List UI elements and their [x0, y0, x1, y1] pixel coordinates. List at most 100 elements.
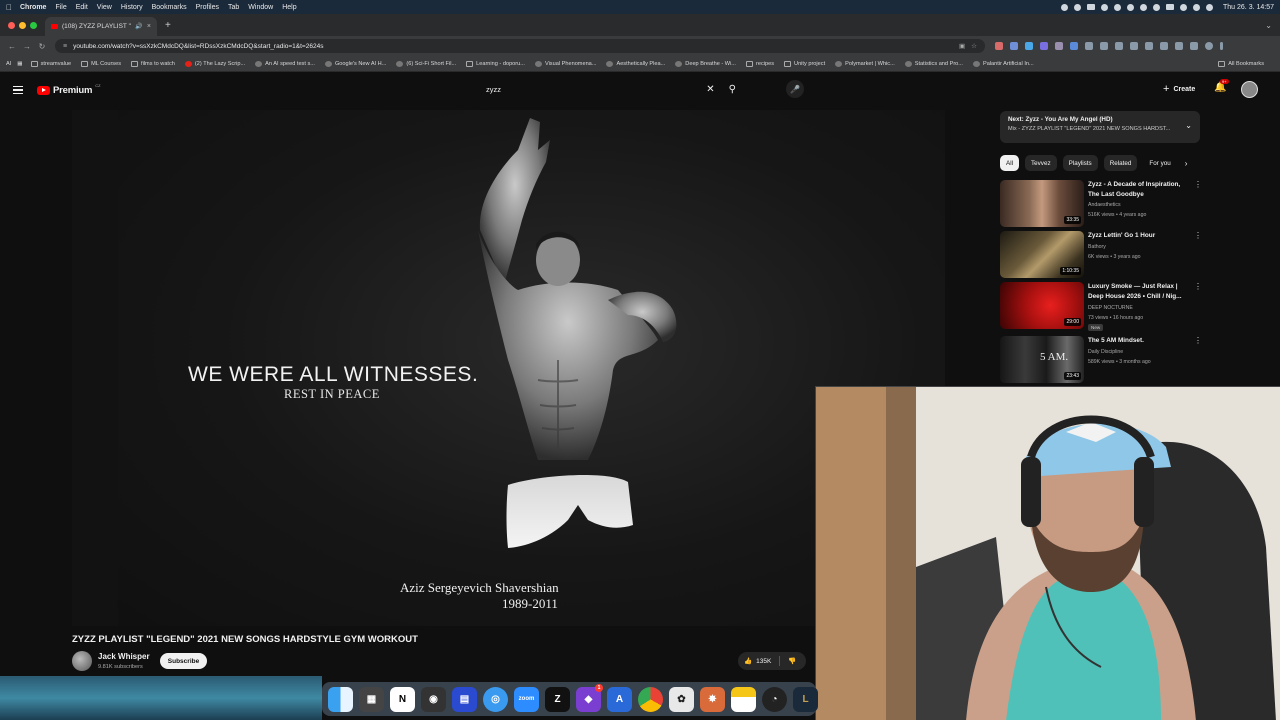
chip-for-you[interactable]: For you — [1143, 155, 1176, 171]
battery-icon[interactable] — [1166, 4, 1175, 10]
recommended-video[interactable]: 5 AM. 23:43 The 5 AM Mindset. Daily Disc… — [1000, 336, 1202, 383]
search-box[interactable]: zyzz ✕ ⚲ — [480, 78, 750, 100]
video-thumbnail[interactable]: 1:10:35 — [1000, 231, 1084, 278]
menu-edit[interactable]: Edit — [76, 4, 88, 11]
bookmark-item[interactable]: Deep Breathe - Wi... — [675, 60, 736, 67]
chip-playlists[interactable]: Playlists — [1062, 155, 1098, 171]
video-thumbnail[interactable]: 33:35 — [1000, 180, 1084, 227]
launchpad-icon[interactable]: ▦ — [359, 686, 384, 712]
back-button[interactable]: ← — [6, 42, 18, 51]
video-title[interactable]: Zyzz - A Decade of Inspiration, The Last… — [1088, 180, 1190, 199]
channel-name[interactable]: Jack Whisper — [98, 652, 150, 661]
expand-chevron-icon[interactable]: ⌄ — [1185, 121, 1192, 130]
chrome-icon[interactable] — [638, 686, 663, 712]
extension-icon[interactable] — [1070, 42, 1078, 50]
notes-icon[interactable] — [731, 686, 756, 712]
status-icon[interactable] — [1140, 3, 1148, 11]
status-icon[interactable] — [1114, 3, 1122, 11]
new-tab-button[interactable]: + — [165, 20, 171, 31]
status-icon[interactable] — [1074, 3, 1082, 11]
site-info-icon[interactable]: ≡ — [63, 43, 67, 50]
bookmark-item[interactable]: Palantir Artificial In... — [972, 60, 1034, 67]
bookmark-item[interactable]: Google's New AI H... — [324, 60, 386, 67]
apps-icon[interactable]: AI — [6, 61, 11, 67]
bookmark-item[interactable]: Aesthetically Plea... — [606, 60, 665, 67]
channel-name[interactable]: DEEP NOCTURNE — [1088, 305, 1133, 311]
dislike-thumb-icon[interactable]: 👎 — [788, 657, 796, 665]
address-bar[interactable]: ≡ youtube.com/watch?v=ssXzkCMdcDQ&list=R… — [55, 39, 985, 53]
notion-icon[interactable]: N — [390, 686, 415, 712]
video-title[interactable]: Luxury Smoke — Just Relax | Deep House 2… — [1088, 282, 1190, 301]
bookmark-item[interactable]: (6) Sci-Fi Short Fil... — [396, 60, 456, 67]
bookmark-star-icon[interactable]: ☆ — [971, 42, 977, 50]
menu-app-name[interactable]: Chrome — [20, 4, 46, 11]
extension-icon[interactable] — [1055, 42, 1063, 50]
bookmark-item[interactable]: An AI speed test s... — [255, 60, 315, 67]
more-options-icon[interactable]: ⋮ — [1194, 336, 1202, 345]
menu-view[interactable]: View — [97, 4, 112, 11]
menu-window[interactable]: Window — [248, 4, 273, 11]
reload-button[interactable]: ↻ — [36, 42, 48, 51]
menu-hamburger-icon[interactable] — [13, 86, 23, 94]
profile-icon[interactable] — [1205, 42, 1213, 50]
claude-icon[interactable]: ✸ — [700, 686, 725, 712]
chip-all[interactable]: All — [1000, 155, 1019, 171]
menu-kebab-icon[interactable] — [1220, 42, 1223, 50]
wifi-icon[interactable] — [1180, 3, 1188, 11]
extension-icon[interactable] — [1160, 42, 1168, 50]
extension-icon[interactable] — [1085, 42, 1093, 50]
recommended-video[interactable]: 29:00 Luxury Smoke — Just Relax | Deep H… — [1000, 282, 1202, 331]
grid-icon[interactable]: ▦ — [17, 61, 22, 67]
browser-tab[interactable]: (108) ZYZZ PLAYLIST "L 🔊 × — [45, 17, 157, 36]
notifications-bell-icon[interactable]: 🔔 9+ — [1214, 79, 1229, 93]
subscribe-button[interactable]: Subscribe — [160, 653, 207, 669]
extension-icon[interactable] — [1100, 42, 1108, 50]
extension-icon[interactable] — [1040, 42, 1048, 50]
youtube-premium-logo[interactable]: Premium CZ — [37, 83, 101, 96]
recommended-video[interactable]: 1:10:35 Zyzz Lettin' Go 1 Hour Bathory 6… — [1000, 231, 1202, 278]
apple-icon[interactable]:  — [6, 3, 12, 12]
bookmark-item[interactable]: recipes — [745, 60, 774, 67]
account-avatar[interactable] — [1241, 81, 1258, 98]
tab-search-chevron-icon[interactable]: ⌄ — [1265, 21, 1272, 30]
files-icon[interactable]: ▤ — [452, 686, 477, 712]
bookmark-item[interactable]: ML Courses — [81, 60, 121, 67]
create-button[interactable]: + Create — [1163, 83, 1195, 95]
audio-icon[interactable]: 🔊 — [135, 23, 142, 30]
like-count[interactable]: 135K — [756, 658, 771, 665]
video-title[interactable]: The 5 AM Mindset. — [1088, 336, 1190, 346]
wireless-icon[interactable]: ◉ — [421, 686, 446, 712]
extension-icon[interactable] — [1115, 42, 1123, 50]
bookmark-item[interactable]: Visual Phenomena... — [534, 60, 596, 67]
video-thumbnail[interactable]: 29:00 — [1000, 282, 1084, 329]
more-options-icon[interactable]: ⋮ — [1194, 180, 1202, 189]
chip-related[interactable]: Related — [1103, 155, 1138, 171]
cast-icon[interactable]: ▣ — [959, 42, 965, 50]
extension-icon[interactable] — [1190, 42, 1198, 50]
clock[interactable]: Thu 26. 3. 14:57 — [1223, 4, 1274, 11]
voice-search-mic-icon[interactable]: 🎤 — [786, 80, 804, 98]
close-window-button[interactable] — [8, 21, 15, 29]
channel-name[interactable]: Andaesthetics — [1088, 202, 1121, 208]
recommended-video[interactable]: 33:35 Zyzz - A Decade of Inspiration, Th… — [1000, 180, 1202, 227]
video-thumbnail[interactable]: 5 AM. 23:43 — [1000, 336, 1084, 383]
menu-tab[interactable]: Tab — [228, 4, 239, 11]
channel-name[interactable]: Bathory — [1088, 244, 1106, 250]
up-next-card[interactable]: Next: Zyzz - You Are My Angel (HD) Mix -… — [1000, 111, 1200, 143]
menu-bookmarks[interactable]: Bookmarks — [152, 4, 187, 11]
chip-tevvez[interactable]: Tevvez — [1025, 155, 1057, 171]
more-options-icon[interactable]: ⋮ — [1194, 282, 1202, 291]
bookmark-item[interactable]: Unity project — [784, 60, 825, 67]
search-input[interactable]: zyzz — [480, 85, 706, 94]
extension-icon[interactable] — [1130, 42, 1138, 50]
url-text[interactable]: youtube.com/watch?v=ssXzkCMdcDQ&list=RDs… — [73, 43, 959, 50]
bookmark-item[interactable]: streamvalue — [30, 60, 71, 67]
bookmark-item[interactable]: films to watch — [131, 60, 175, 67]
bookmark-item[interactable]: (2) The Lazy Scrip... — [184, 60, 245, 67]
activity-monitor-icon[interactable]: ◔ — [762, 686, 787, 712]
extension-icon[interactable] — [1145, 42, 1153, 50]
extension-icon[interactable] — [995, 42, 1003, 50]
minimize-window-button[interactable] — [19, 21, 26, 29]
channel-avatar[interactable] — [72, 651, 92, 671]
channel-name[interactable]: Daily Discipline — [1088, 349, 1123, 355]
